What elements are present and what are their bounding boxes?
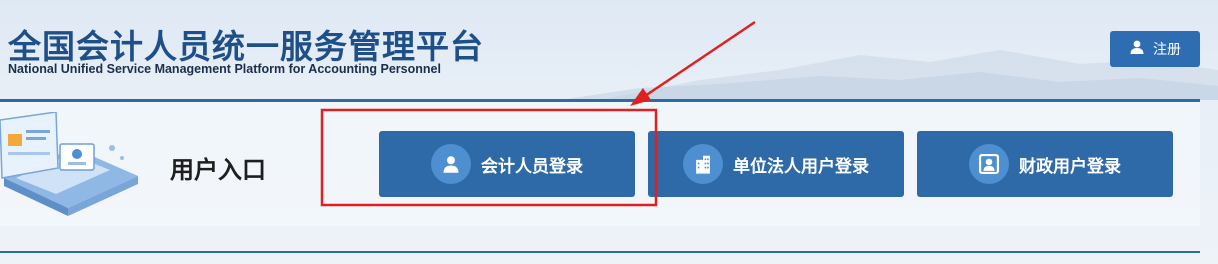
finance-user-login-label: 财政用户登录 — [1019, 156, 1121, 177]
user-icon — [1129, 39, 1145, 59]
register-button[interactable]: 注册 — [1110, 31, 1200, 67]
portrait-icon — [969, 144, 1009, 184]
platform-subtitle-english: National Unified Service Management Plat… — [8, 62, 441, 76]
register-label: 注册 — [1153, 42, 1181, 58]
divider-bottom — [0, 251, 1200, 253]
building-icon — [683, 144, 723, 184]
person-icon — [431, 144, 471, 184]
accountant-login-label: 会计人员登录 — [481, 156, 583, 177]
computer-illustration — [0, 112, 138, 216]
finance-user-login-button[interactable]: 财政用户登录 — [917, 131, 1173, 197]
platform-title: 全国会计人员统一服务管理平台 — [8, 27, 484, 66]
legal-entity-login-label: 单位法人用户登录 — [733, 156, 869, 177]
accountant-login-button[interactable]: 会计人员登录 — [379, 131, 635, 197]
legal-entity-login-button[interactable]: 单位法人用户登录 — [648, 131, 904, 197]
site-header: 全国会计人员统一服务管理平台 National Unified Service … — [0, 0, 1218, 98]
user-entry-label: 用户入口 — [170, 156, 266, 184]
